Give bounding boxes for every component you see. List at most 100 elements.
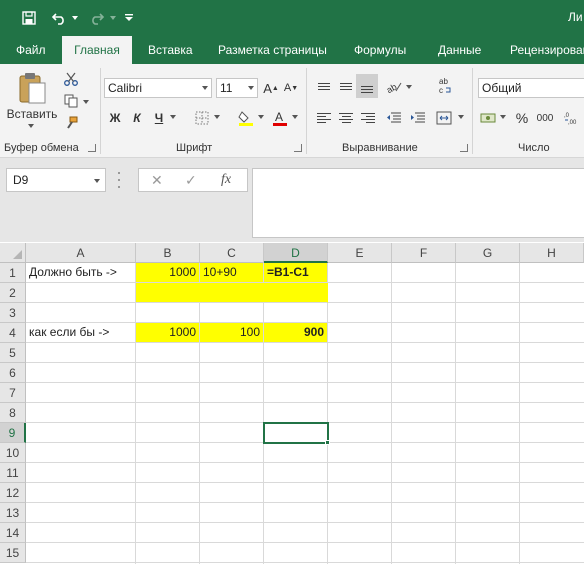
row-header-1[interactable]: 1 [0, 263, 26, 283]
row-header-10[interactable]: 10 [0, 443, 26, 463]
cell-d4[interactable]: 900 [264, 323, 328, 343]
merge-dropdown-icon[interactable] [456, 112, 466, 122]
row-header-2[interactable]: 2 [0, 283, 26, 303]
clipboard-launcher-icon[interactable] [88, 144, 96, 152]
svg-text:c: c [439, 86, 443, 95]
increase-indent-icon[interactable] [408, 108, 428, 128]
cut-icon[interactable] [62, 70, 80, 88]
decrease-indent-icon[interactable] [384, 108, 404, 128]
tab-data[interactable]: Данные [434, 36, 485, 64]
column-header-b[interactable]: B [136, 243, 200, 263]
merge-center-icon[interactable] [434, 108, 454, 128]
row-header-11[interactable]: 11 [0, 463, 26, 483]
customize-qat-icon[interactable] [122, 6, 136, 30]
number-format-combo[interactable]: Общий [478, 78, 584, 98]
column-header-d[interactable]: D [264, 243, 328, 263]
row-header-4[interactable]: 4 [0, 323, 26, 343]
wrap-text-icon[interactable]: ab c [434, 74, 456, 98]
cell-a1[interactable]: Должно быть -> [26, 263, 136, 283]
row-header-12[interactable]: 12 [0, 483, 26, 503]
underline-dropdown-icon[interactable] [168, 112, 178, 122]
selected-cell-d9[interactable] [263, 422, 329, 444]
row-header-9[interactable]: 9 [0, 423, 26, 443]
copy-icon[interactable] [62, 92, 80, 110]
accounting-dropdown-icon[interactable] [498, 112, 508, 122]
borders-dropdown-icon[interactable] [212, 112, 222, 122]
format-painter-icon[interactable] [62, 114, 80, 132]
cell-b4[interactable]: 1000 [136, 323, 200, 343]
paste-button[interactable]: Вставить [6, 106, 58, 122]
undo-icon[interactable] [48, 6, 70, 30]
underline-button[interactable]: Ч [150, 108, 168, 128]
row-header-8[interactable]: 8 [0, 403, 26, 423]
column-header-a[interactable]: A [26, 243, 136, 263]
fill-handle[interactable] [325, 440, 330, 445]
tab-insert[interactable]: Вставка [144, 36, 197, 64]
column-header-c[interactable]: C [200, 243, 264, 263]
row-header-7[interactable]: 7 [0, 383, 26, 403]
align-center-icon[interactable] [336, 108, 356, 128]
align-bottom-icon[interactable] [356, 74, 378, 98]
tab-review[interactable]: Рецензирование [506, 36, 584, 64]
italic-button[interactable]: К [128, 108, 146, 128]
comma-style-icon[interactable]: 000 [534, 108, 556, 128]
increase-font-icon[interactable]: A ▲ [262, 78, 280, 98]
alignment-launcher-icon[interactable] [460, 144, 468, 152]
row-header-5[interactable]: 5 [0, 343, 26, 363]
redo-dropdown-icon[interactable] [108, 6, 118, 30]
orientation-dropdown-icon[interactable] [404, 82, 414, 92]
insert-function-icon[interactable]: fx [221, 172, 231, 188]
enter-icon[interactable]: ✓ [185, 172, 197, 189]
select-all-button[interactable] [0, 243, 26, 263]
chevron-down-icon [248, 86, 254, 90]
row-header-6[interactable]: 6 [0, 363, 26, 383]
paste-dropdown-icon[interactable] [26, 122, 36, 130]
borders-icon[interactable] [192, 108, 212, 128]
column-header-g[interactable]: G [456, 243, 520, 263]
bold-button[interactable]: Ж [106, 108, 124, 128]
increase-decimal-icon[interactable]: ,0,00 [562, 108, 582, 128]
font-launcher-icon[interactable] [294, 144, 302, 152]
cell-gridlines [26, 263, 584, 564]
cancel-icon[interactable]: ✕ [151, 172, 163, 189]
row-header-15[interactable]: 15 [0, 543, 26, 563]
row-header-3[interactable]: 3 [0, 303, 26, 323]
font-color-icon[interactable]: A [270, 108, 290, 128]
cell-b2-d2-highlight[interactable] [136, 283, 328, 303]
tab-home[interactable]: Главная [62, 36, 132, 64]
tab-file[interactable]: Файл [12, 36, 50, 64]
font-name-combo[interactable]: Calibri [104, 78, 212, 98]
formula-input[interactable] [252, 168, 584, 238]
row-header-13[interactable]: 13 [0, 503, 26, 523]
percent-style-icon[interactable]: % [512, 108, 532, 128]
column-header-f[interactable]: F [392, 243, 456, 263]
tab-page-layout[interactable]: Разметка страницы [214, 36, 331, 64]
cell-a4[interactable]: как если бы -> [26, 323, 136, 343]
align-middle-icon[interactable] [336, 76, 356, 96]
column-header-e[interactable]: E [328, 243, 392, 263]
align-left-icon[interactable] [314, 108, 334, 128]
paste-icon[interactable] [12, 70, 52, 106]
undo-dropdown-icon[interactable] [70, 6, 80, 30]
font-size-combo[interactable]: 11 [216, 78, 258, 98]
tab-formulas[interactable]: Формулы [350, 36, 410, 64]
cell-d1[interactable]: =B1-C1 [264, 263, 328, 283]
cell-c1[interactable]: 10+90 [200, 263, 264, 283]
copy-dropdown-icon[interactable] [82, 98, 90, 106]
orientation-icon[interactable]: ab [384, 76, 404, 96]
formula-bar-grip-icon[interactable] [118, 172, 121, 188]
cell-c4[interactable]: 100 [200, 323, 264, 343]
fill-color-icon[interactable] [236, 108, 256, 128]
redo-icon[interactable] [86, 6, 108, 30]
fill-color-dropdown-icon[interactable] [256, 112, 266, 122]
align-top-icon[interactable] [314, 76, 334, 96]
font-color-dropdown-icon[interactable] [290, 112, 300, 122]
save-icon[interactable] [18, 6, 40, 30]
cell-b1[interactable]: 1000 [136, 263, 200, 283]
name-box[interactable]: D9 [6, 168, 106, 192]
align-right-icon[interactable] [358, 108, 378, 128]
accounting-format-icon[interactable] [478, 108, 498, 128]
decrease-font-icon[interactable]: A ▼ [282, 78, 300, 98]
row-header-14[interactable]: 14 [0, 523, 26, 543]
column-header-h[interactable]: H [520, 243, 584, 263]
